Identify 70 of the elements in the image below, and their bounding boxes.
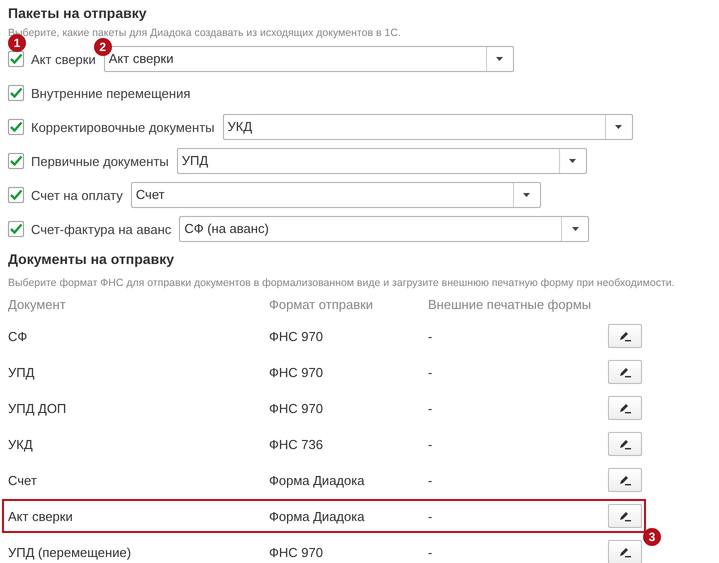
checkbox[interactable] (8, 119, 24, 135)
pencil-icon (619, 366, 631, 378)
checkbox-label: Счет-фактура на аванс (31, 222, 172, 236)
table-cell-text: УПД (8, 364, 36, 380)
callout-badge: 2 (94, 38, 112, 56)
pencil-icon (619, 438, 631, 450)
checkbox-label: Внутренние перемещения (31, 86, 190, 100)
checkbox[interactable] (8, 85, 24, 101)
checkbox-label: Акт сверки (31, 52, 96, 66)
dropdown-field[interactable]: СФ (на аванс) (179, 216, 590, 242)
table-cell-text: ФНС 736 (269, 436, 324, 452)
edit-button[interactable] (608, 540, 642, 563)
table-cell-text: - (428, 328, 434, 344)
table-cell-text: - (428, 400, 434, 416)
check-icon (9, 189, 23, 201)
checkbox[interactable] (8, 51, 24, 67)
edit-button[interactable] (608, 432, 642, 456)
table-cell-text: ФНС 970 (269, 328, 324, 344)
checkbox-label: Счет на оплату (31, 188, 123, 202)
table-cell-text: - (428, 364, 434, 380)
table-cell-text: - (428, 544, 434, 560)
pencil-icon (619, 546, 631, 558)
table-cell-text: - (428, 472, 434, 488)
column-header: Внешние печатные формы (428, 296, 592, 314)
checkbox-label: Первичные документы (31, 154, 169, 168)
checkbox-label: Корректировочные документы (31, 120, 214, 134)
check-icon (9, 53, 23, 65)
table-cell-text: СФ (8, 328, 28, 344)
check-icon (9, 121, 23, 133)
table-cell-text: Форма Диадока (269, 508, 366, 524)
table-cell-text: ФНС 970 (269, 400, 324, 416)
section-hint: Выберите формат ФНС для отправки документов в формализованном виде и загрузите внешнюю печатную форму при необходимости. (8, 276, 675, 290)
column-header: Документ (8, 296, 67, 314)
table-cell-text: ФНС 970 (269, 544, 324, 560)
dropdown-field[interactable]: УКД (222, 114, 632, 140)
checkbox[interactable] (8, 187, 24, 203)
caret-icon (615, 125, 622, 129)
edit-button[interactable] (608, 360, 642, 384)
dropdown-field[interactable]: УПД (176, 148, 587, 174)
pencil-icon (619, 510, 631, 522)
checkbox[interactable] (8, 221, 24, 237)
pencil-icon (619, 330, 631, 342)
column-header: Формат отправки (269, 296, 374, 314)
pencil-icon (619, 474, 631, 486)
check-icon (9, 87, 23, 99)
section-title: Пакеты на отправку (8, 4, 148, 22)
table-cell-text: УПД (перемещение) (8, 544, 132, 560)
edit-button[interactable] (608, 324, 642, 348)
pencil-icon (619, 402, 631, 414)
caret-icon (569, 159, 576, 163)
check-icon (9, 223, 23, 235)
check-icon (9, 155, 23, 167)
table-cell-text: УПД ДОП (8, 400, 68, 416)
checkbox[interactable] (8, 153, 24, 169)
section-title: Документы на отправку (8, 250, 175, 268)
edit-button[interactable] (608, 396, 642, 420)
table-cell-text: ФНС 970 (269, 364, 324, 380)
table-cell-text: Форма Диадока (269, 472, 366, 488)
table-cell-text: - (428, 436, 434, 452)
callout-badge: 3 (643, 528, 661, 546)
caret-icon (523, 193, 530, 197)
table-cell-text: УКД (8, 436, 34, 452)
caret-icon (572, 227, 579, 231)
table-cell-text: Счет (8, 472, 38, 488)
table-cell-text: - (428, 508, 434, 524)
table-cell-text: Акт сверки (8, 508, 74, 524)
edit-button[interactable] (608, 468, 642, 492)
edit-button[interactable] (608, 504, 642, 528)
caret-icon (496, 57, 504, 61)
dropdown-field[interactable]: Счет (130, 182, 541, 208)
